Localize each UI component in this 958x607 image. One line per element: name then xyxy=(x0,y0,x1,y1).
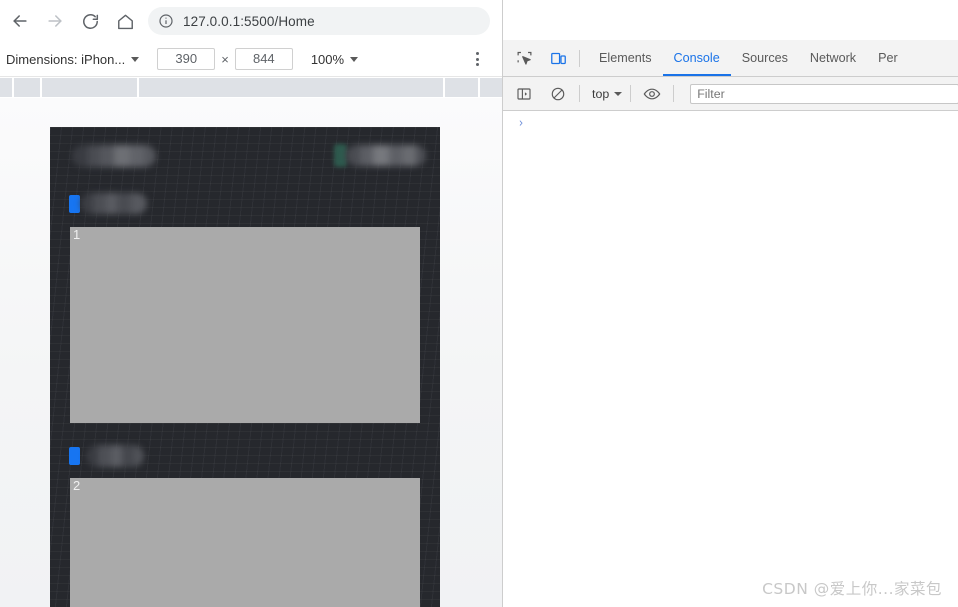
home-icon xyxy=(117,14,133,29)
chevron-down-icon xyxy=(131,56,140,62)
tab-console[interactable]: Console xyxy=(663,40,731,76)
live-expression-button[interactable] xyxy=(639,81,665,107)
ruler-tick xyxy=(12,78,14,98)
console-filter-input[interactable]: Filter xyxy=(690,83,958,104)
header-left-redacted-text xyxy=(72,145,156,167)
toolbar-divider xyxy=(630,85,632,102)
mosaic-cell xyxy=(122,445,134,467)
dimensions-dropdown[interactable]: Dimensions: iPhon... xyxy=(6,48,140,70)
kebab-dot xyxy=(475,57,479,61)
toolbar-divider xyxy=(673,85,675,102)
content-block-2: 2 xyxy=(70,478,420,607)
console-prompt-row[interactable]: › xyxy=(503,113,958,133)
tab-sources[interactable]: Sources xyxy=(731,40,799,76)
mosaic-cell xyxy=(88,145,100,167)
device-emulation-toolbar: Dimensions: iPhon... 390 × 844 100% xyxy=(0,42,502,77)
site-info-icon[interactable] xyxy=(158,13,174,29)
reload-icon xyxy=(82,13,98,29)
devtools-tabbar: Elements Console Sources Network Per xyxy=(503,40,958,77)
item-2-accent-chip xyxy=(69,447,80,465)
chevron-down-icon xyxy=(350,56,359,62)
kebab-dot xyxy=(475,63,479,66)
console-sidebar-icon xyxy=(517,87,531,100)
viewport-height-input[interactable]: 844 xyxy=(234,48,293,70)
address-bar-url: 127.0.0.1:5500/Home xyxy=(183,13,315,29)
inspect-element-button[interactable] xyxy=(511,45,537,71)
tab-elements[interactable]: Elements xyxy=(588,40,663,76)
dimension-separator: × xyxy=(221,51,229,67)
zoom-label: 100% xyxy=(310,51,345,67)
browser-toolbar: 127.0.0.1:5500/Home xyxy=(0,0,502,42)
devtools-panel: Elements Console Sources Network Per top… xyxy=(502,0,958,607)
chevron-down-icon xyxy=(614,91,623,96)
console-output-area[interactable]: › xyxy=(503,111,958,607)
arrow-right-icon xyxy=(48,15,62,27)
browser-window: 127.0.0.1:5500/Home Dimensions: iPhon...… xyxy=(0,0,502,607)
back-button[interactable] xyxy=(5,6,35,36)
mosaic-cell xyxy=(144,145,156,167)
console-sidebar-button[interactable] xyxy=(511,81,537,107)
mosaic-cell xyxy=(86,445,98,467)
device-toolbar-more-button[interactable] xyxy=(468,50,486,68)
header-right-redacted-text xyxy=(346,145,426,166)
mosaic-cell xyxy=(134,445,144,467)
mosaic-cell xyxy=(389,145,403,166)
ruler-tick xyxy=(40,78,42,98)
toolbar-divider xyxy=(579,49,580,67)
content-block-1-number: 1 xyxy=(73,227,81,242)
item-1-redacted-label xyxy=(81,193,147,214)
mosaic-cell xyxy=(114,145,130,167)
mosaic-cell xyxy=(360,145,373,166)
mosaic-cell xyxy=(98,445,111,467)
screenshot-root: 127.0.0.1:5500/Home Dimensions: iPhon...… xyxy=(0,0,958,607)
mosaic-cell xyxy=(93,193,106,214)
clear-console-icon xyxy=(551,87,565,100)
zoom-dropdown[interactable]: 100% xyxy=(310,51,359,67)
ruler-tick xyxy=(137,78,139,98)
eye-icon xyxy=(643,88,661,99)
viewport-width-input[interactable]: 390 xyxy=(157,48,216,70)
mosaic-cell xyxy=(130,145,144,167)
clear-console-button[interactable] xyxy=(545,81,571,107)
mosaic-cell xyxy=(346,145,360,166)
tab-performance[interactable]: Per xyxy=(867,40,909,76)
mosaic-cell xyxy=(117,193,131,214)
console-prompt-caret: › xyxy=(517,115,525,131)
mosaic-cell xyxy=(81,193,93,214)
console-toolbar: top Filter xyxy=(503,77,958,111)
arrow-left-icon xyxy=(13,15,27,27)
csdn-watermark: CSDN @爱上你...家菜包 xyxy=(762,580,942,598)
emulated-page-viewport[interactable]: 1 2 xyxy=(50,127,440,607)
reload-button[interactable] xyxy=(75,6,105,36)
content-block-2-number: 2 xyxy=(73,478,81,493)
mosaic-cell xyxy=(111,445,122,467)
item-2-redacted-label xyxy=(86,445,144,467)
viewport-ruler[interactable] xyxy=(0,78,502,98)
ruler-tick xyxy=(478,78,480,98)
tab-network[interactable]: Network xyxy=(799,40,867,76)
forward-button[interactable] xyxy=(40,6,70,36)
execution-context-dropdown[interactable]: top xyxy=(592,86,623,101)
home-button[interactable] xyxy=(110,6,140,36)
kebab-dot xyxy=(475,52,479,55)
device-toolbar-icon xyxy=(550,52,566,64)
mosaic-cell xyxy=(416,145,426,166)
mosaic-cell xyxy=(131,193,147,214)
toolbar-divider xyxy=(579,85,580,102)
emulator-stage: 1 2 xyxy=(0,98,502,607)
toggle-device-toolbar-button[interactable] xyxy=(545,45,571,71)
inspect-element-icon xyxy=(517,51,531,65)
mosaic-cell xyxy=(106,193,117,214)
mosaic-cell xyxy=(403,145,416,166)
item-1-accent-chip xyxy=(69,195,80,213)
mosaic-cell xyxy=(100,145,114,167)
mosaic-cell xyxy=(72,145,88,167)
mosaic-cell xyxy=(373,145,389,166)
dimensions-label: Dimensions: iPhon... xyxy=(6,51,126,67)
devtools-title-area xyxy=(503,0,958,40)
address-bar[interactable]: 127.0.0.1:5500/Home xyxy=(148,7,490,35)
content-block-1: 1 xyxy=(70,227,420,423)
ruler-tick xyxy=(443,78,445,98)
execution-context-label: top xyxy=(592,86,610,101)
